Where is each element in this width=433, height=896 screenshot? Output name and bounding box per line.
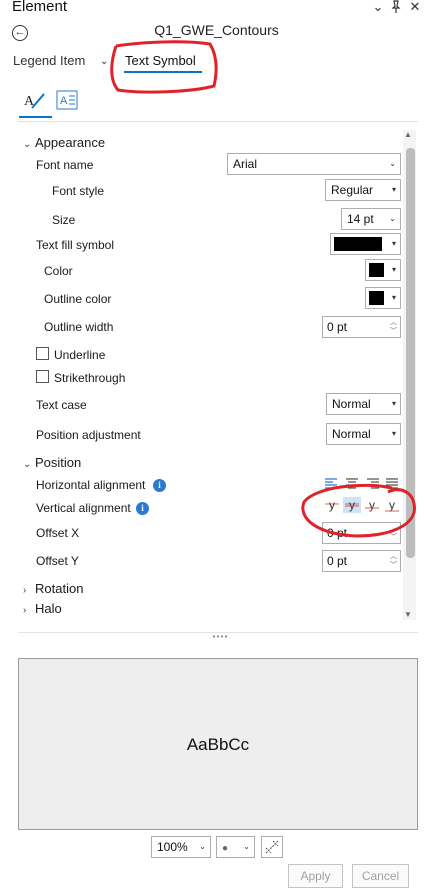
- chevron-right-icon: ›: [23, 585, 27, 596]
- text-case-label: Text case: [36, 398, 87, 412]
- chevron-down-icon: ⌄: [23, 459, 32, 470]
- preview-sample-text: AaBbCc: [186, 735, 250, 754]
- zoom-to-fit-icon[interactable]: [261, 836, 283, 858]
- font-style-label: Font style: [52, 184, 105, 198]
- font-style-value: Regular: [331, 183, 374, 197]
- section-halo[interactable]: › Halo: [23, 601, 62, 616]
- spinner-icon[interactable]: ︿ ﹀: [390, 318, 397, 336]
- dropdown-arrow-icon: ▾: [391, 239, 396, 248]
- section-label: Halo: [35, 601, 62, 616]
- chevron-down-icon[interactable]: ⌄: [371, 0, 385, 14]
- zoom-dropdown[interactable]: 100% ⌄: [151, 836, 211, 858]
- splitter-grip-icon[interactable]: [212, 634, 228, 639]
- font-name-value: Arial: [233, 157, 258, 171]
- spinner-icon[interactable]: ︿ ﹀: [390, 552, 397, 570]
- offset-x-label: Offset X: [36, 526, 80, 540]
- svg-text:A: A: [60, 95, 68, 107]
- vertical-alignment-label: Vertical alignment: [36, 501, 131, 515]
- scroll-down-icon[interactable]: ▼: [404, 610, 412, 619]
- offset-y-input[interactable]: 0 pt ︿ ﹀: [322, 550, 401, 572]
- cancel-button[interactable]: Cancel: [352, 864, 409, 888]
- horizontal-alignment-label: Horizontal alignment: [36, 478, 146, 492]
- text-symbol-icon[interactable]: A: [22, 90, 46, 112]
- underline-label: Underline: [54, 348, 106, 362]
- info-icon[interactable]: i: [153, 479, 166, 492]
- background-dot-icon: ●: [222, 843, 229, 854]
- scroll-up-icon[interactable]: ▲: [404, 130, 412, 139]
- section-rotation[interactable]: › Rotation: [23, 581, 83, 596]
- text-fill-symbol-label: Text fill symbol: [36, 238, 115, 252]
- section-position[interactable]: ⌄ Position: [23, 455, 81, 470]
- fill-swatch: [334, 237, 382, 251]
- chevron-down-icon: ⌄: [243, 842, 250, 851]
- underline-checkbox[interactable]: [36, 347, 49, 360]
- size-label: Size: [52, 213, 76, 227]
- panel-title: Element: [12, 0, 68, 15]
- info-icon[interactable]: i: [136, 502, 149, 515]
- divider: [18, 632, 418, 633]
- chevron-down-icon: ⌄: [389, 214, 396, 223]
- position-adjustment-dropdown[interactable]: Normal ▾: [326, 423, 401, 445]
- position-adjustment-label: Position adjustment: [36, 428, 141, 442]
- font-name-label: Font name: [36, 158, 94, 172]
- chevron-down-icon: ⌄: [199, 842, 206, 851]
- outline-color-label: Outline color: [44, 292, 112, 306]
- section-label: Rotation: [35, 581, 84, 596]
- font-name-dropdown[interactable]: Arial ⌄: [227, 153, 401, 175]
- text-format-icon[interactable]: A: [56, 90, 80, 112]
- annotation-circle-alignment: [301, 483, 416, 538]
- zoom-value: 100%: [157, 840, 188, 854]
- text-case-value: Normal: [332, 397, 371, 411]
- offset-y-value: 0 pt: [327, 554, 348, 568]
- size-value: 14 pt: [347, 212, 374, 226]
- offset-y-label: Offset Y: [36, 554, 79, 568]
- font-style-dropdown[interactable]: Regular ▾: [325, 179, 401, 201]
- chevron-down-icon: ⌄: [389, 159, 396, 168]
- section-label: Appearance: [35, 135, 106, 150]
- chevron-down-icon: ⌄: [23, 139, 32, 150]
- apply-button[interactable]: Apply: [288, 864, 343, 888]
- outline-width-input[interactable]: 0 pt ︿ ﹀: [322, 316, 401, 338]
- size-dropdown[interactable]: 14 pt ⌄: [341, 208, 401, 230]
- strikethrough-checkbox[interactable]: [36, 370, 49, 383]
- outline-width-value: 0 pt: [327, 320, 348, 334]
- annotation-circle-tab: [110, 40, 218, 94]
- chevron-right-icon: ›: [23, 605, 27, 616]
- strikethrough-label: Strikethrough: [54, 371, 126, 385]
- dropdown-arrow-icon: ▾: [391, 185, 396, 194]
- position-adjustment-value: Normal: [332, 427, 371, 441]
- layer-name: Q1_GWE_Contours: [154, 22, 279, 38]
- outline-color-swatch: [369, 291, 384, 305]
- dropdown-arrow-icon: ▾: [391, 265, 396, 274]
- symbol-preview: AaBbCc: [18, 658, 418, 830]
- color-picker[interactable]: ▾: [365, 259, 401, 281]
- tab-legend-item[interactable]: Legend Item: [13, 53, 85, 68]
- dropdown-arrow-icon: ▾: [391, 293, 396, 302]
- pin-icon[interactable]: [389, 0, 403, 14]
- section-appearance[interactable]: ⌄ Appearance: [23, 135, 105, 150]
- close-icon[interactable]: ✕: [408, 0, 422, 14]
- outline-color-picker[interactable]: ▾: [365, 287, 401, 309]
- color-swatch: [369, 263, 384, 277]
- section-label: Position: [35, 455, 82, 470]
- color-label: Color: [44, 264, 73, 278]
- dropdown-arrow-icon: ▾: [391, 429, 396, 438]
- preview-background-dropdown[interactable]: ● ⌄: [216, 836, 255, 858]
- dropdown-arrow-icon: ▾: [391, 399, 396, 408]
- text-case-dropdown[interactable]: Normal ▾: [326, 393, 401, 415]
- divider: [18, 121, 418, 122]
- active-icon-tab-indicator: [19, 116, 52, 118]
- text-fill-symbol-picker[interactable]: ▾: [330, 233, 401, 255]
- outline-width-label: Outline width: [44, 320, 114, 334]
